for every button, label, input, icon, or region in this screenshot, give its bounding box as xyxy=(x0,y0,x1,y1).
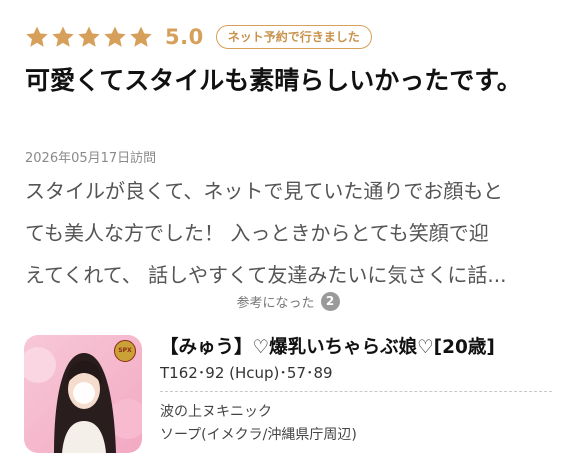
shop-name[interactable]: 波の上ヌキニック xyxy=(160,401,272,421)
shop-category-area: ソープ(イメクラ/沖縄県庁周辺) xyxy=(160,427,357,443)
girl-stats: T162･92 (Hcup)･57･89 xyxy=(160,364,333,382)
review-body-line: えてくれて、 話しやすくて友達みたいに気さくに話... xyxy=(25,263,507,287)
rating-score: 5.0 xyxy=(165,25,204,49)
review-body[interactable]: スタイルが良くて、ネットで見ていた通りでお顔もと ても美人な方でした！ 入っとき… xyxy=(25,170,557,296)
girl-name-link[interactable]: 【みゅう】♡爆乳いちゃらぶ娘♡[20歳] xyxy=(160,333,495,359)
rating-row: 5.0 ネット予約で行きました xyxy=(25,22,372,52)
net-reservation-badge: ネット予約で行きました xyxy=(215,25,372,49)
star-rating xyxy=(25,25,155,49)
star-icon xyxy=(129,25,153,49)
star-icon xyxy=(103,25,127,49)
star-icon xyxy=(25,25,49,49)
review-body-line: ても美人な方でした！ 入っときからとても笑顔で迎 xyxy=(25,221,489,245)
shop-logo-badge: SPX xyxy=(114,340,136,362)
star-icon xyxy=(77,25,101,49)
review-title: 可愛くてスタイルも素晴らしいかったです。 xyxy=(25,66,522,95)
star-icon xyxy=(51,25,75,49)
girl-photo[interactable]: SPX xyxy=(24,335,142,453)
shop-logo-text: SPX xyxy=(118,347,132,354)
helpful-label: 参考になった xyxy=(236,296,315,311)
card-divider xyxy=(160,391,552,392)
helpful-count-badge: 2 xyxy=(320,292,340,311)
helpful-button[interactable]: 参考になった 2 xyxy=(0,292,576,311)
visit-date: 2026年05月17日訪問 xyxy=(25,151,157,166)
review-body-line: スタイルが良くて、ネットで見ていた通りでお顔もと xyxy=(25,179,503,203)
